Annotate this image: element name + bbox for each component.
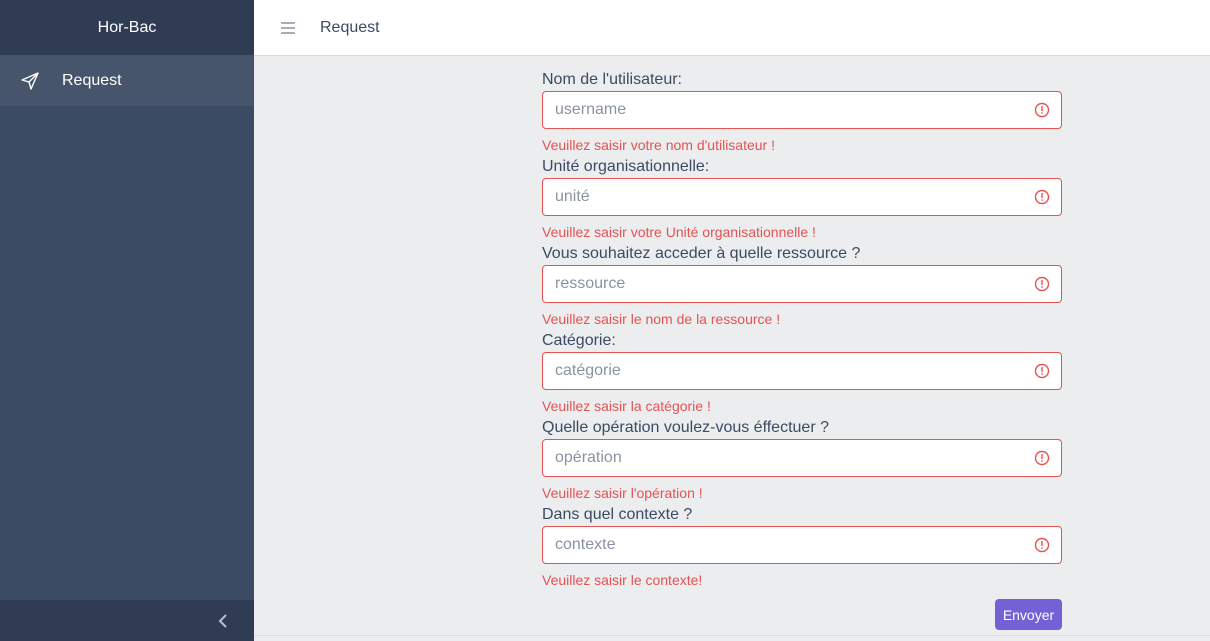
sidebar-item-request[interactable]: Request [0, 55, 254, 106]
field-ressource: Vous souhaitez acceder à quelle ressourc… [542, 230, 1062, 327]
operation-input[interactable] [543, 440, 1034, 476]
error-icon [1034, 189, 1050, 205]
input-wrapper [542, 178, 1062, 216]
field-label: Dans quel contexte ? [542, 506, 693, 523]
field-contexte: Dans quel contexte ? Veuillez saisir le … [542, 491, 1062, 588]
footer [254, 635, 1210, 641]
input-wrapper [542, 526, 1062, 564]
hamburger-icon[interactable] [280, 20, 296, 36]
unite-input[interactable] [543, 179, 1034, 215]
field-categorie: Catégorie: Veuillez saisir la catégorie … [542, 317, 1062, 414]
error-message: Veuillez saisir le contexte! [542, 572, 703, 588]
input-wrapper [542, 265, 1062, 303]
submit-button[interactable]: Envoyer [995, 599, 1062, 630]
input-wrapper [542, 91, 1062, 129]
contexte-input[interactable] [543, 527, 1034, 563]
sidebar-item-label: Request [62, 71, 122, 89]
field-label: Vous souhaitez acceder à quelle ressourc… [542, 245, 861, 262]
sidebar-brand[interactable]: Hor-Bac [0, 0, 254, 55]
error-icon [1034, 450, 1050, 466]
sidebar: Hor-Bac Request [0, 0, 254, 641]
input-wrapper [542, 439, 1062, 477]
page-title: Request [320, 18, 380, 36]
field-label: Catégorie: [542, 332, 616, 349]
field-label: Nom de l'utilisateur: [542, 71, 682, 88]
request-form: Nom de l'utilisateur: Veuillez saisir vo… [542, 56, 1062, 588]
username-input[interactable] [543, 92, 1034, 128]
error-icon [1034, 537, 1050, 553]
chevron-left-icon [218, 613, 228, 628]
field-label: Unité organisationnelle: [542, 158, 710, 175]
send-icon [20, 71, 40, 91]
field-unite: Unité organisationnelle: Veuillez saisir… [542, 143, 1062, 240]
field-label: Quelle opération voulez-vous éffectuer ? [542, 419, 829, 436]
input-wrapper [542, 352, 1062, 390]
field-username: Nom de l'utilisateur: Veuillez saisir vo… [542, 56, 1062, 153]
sidebar-toggler[interactable] [0, 600, 254, 641]
error-icon [1034, 363, 1050, 379]
error-icon [1034, 276, 1050, 292]
ressource-input[interactable] [543, 266, 1034, 302]
field-operation: Quelle opération voulez-vous éffectuer ?… [542, 404, 1062, 501]
header: Request [254, 0, 1210, 56]
categorie-input[interactable] [543, 353, 1034, 389]
error-icon [1034, 102, 1050, 118]
